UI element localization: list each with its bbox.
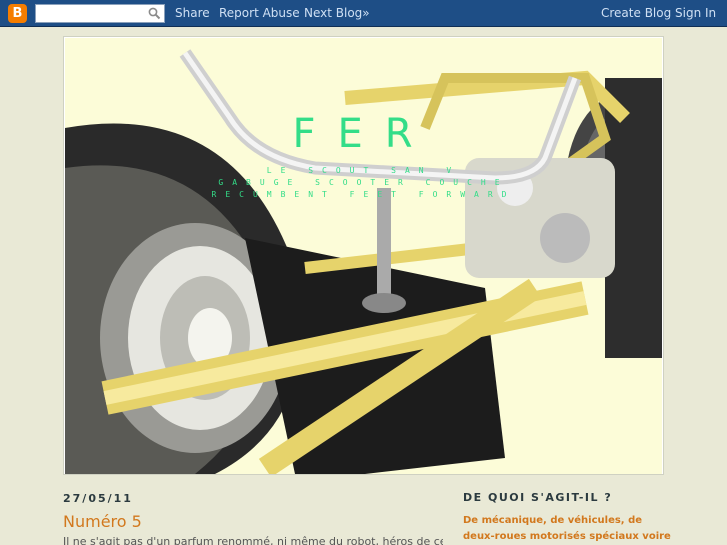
blog-description-line-3: RECUMBENT FEET FORWARD <box>211 190 516 199</box>
blog-description-line-1: LE SCOUT SAN V <box>266 166 461 175</box>
sign-in-link[interactable]: Sign In <box>675 6 716 20</box>
blog-header: FER LE SCOUT SAN V GABUGE SCOOTER COUCHE… <box>63 36 664 475</box>
post-date: 27/05/11 <box>63 492 133 505</box>
blog-title[interactable]: FER <box>65 111 662 157</box>
header-image: FER LE SCOUT SAN V GABUGE SCOOTER COUCHE… <box>65 38 662 474</box>
sidebar-text: De mécanique, de véhicules, de deux-roue… <box>463 515 671 542</box>
search-input[interactable] <box>35 4 165 23</box>
sidebar-title: DE QUOI S'AGIT-IL ? <box>463 491 613 504</box>
search-icon[interactable] <box>148 7 161 20</box>
next-blog-link[interactable]: Next Blog» <box>304 6 370 20</box>
blogger-navbar: B Share Report Abuse Next Blog» Create B… <box>0 0 727 27</box>
report-abuse-link[interactable]: Report Abuse <box>219 6 300 20</box>
create-blog-link[interactable]: Create Blog <box>601 6 671 20</box>
blogger-logo-icon[interactable]: B <box>8 4 27 23</box>
blog-description-line-2: GABUGE SCOOTER COUCHE <box>218 178 509 187</box>
post-title[interactable]: Numéro 5 <box>63 512 142 531</box>
post-body: Il ne s'agit pas d'un parfum renommé, ni… <box>63 535 443 545</box>
share-link[interactable]: Share <box>175 6 210 20</box>
